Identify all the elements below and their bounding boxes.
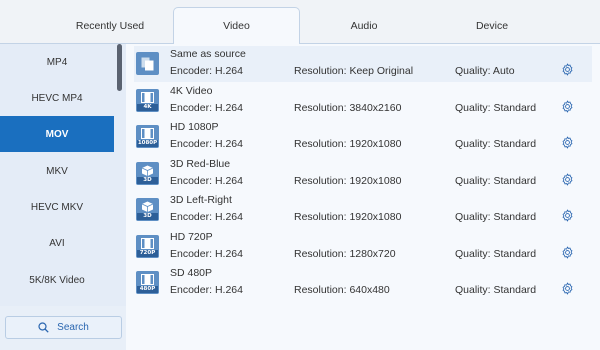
list-item[interactable]: 1080P HD 1080P Encoder: H.264 Resolution… [134, 119, 592, 155]
search-button[interactable]: Search [5, 316, 122, 339]
sidebar-item-avi[interactable]: AVI [0, 225, 114, 261]
format-encoder: Encoder: H.264 [170, 138, 243, 150]
gear-icon[interactable] [561, 63, 574, 76]
format-resolution: Resolution: 3840x2160 [294, 102, 402, 114]
format-quality: Quality: Standard [455, 211, 537, 223]
format-encoder: Encoder: H.264 [170, 211, 243, 223]
tab-device[interactable]: Device [428, 7, 556, 44]
sidebar-item-mov[interactable]: MOV [0, 116, 114, 152]
format-quality: Quality: Standard [455, 102, 537, 114]
format-encoder: Encoder: H.264 [170, 102, 243, 114]
sidebar-item-mkv[interactable]: MKV [0, 153, 114, 189]
format-resolution: Resolution: 640x480 [294, 284, 390, 296]
list-item[interactable]: 4K 4K Video Encoder: H.264 Resolution: 3… [134, 83, 592, 119]
format-title: 3D Left-Right [170, 194, 232, 206]
format-quality: Quality: Standard [455, 284, 537, 296]
gear-icon[interactable] [561, 136, 574, 149]
list-item[interactable]: 480P SD 480P Encoder: H.264 Resolution: … [134, 265, 592, 301]
format-title: Same as source [170, 48, 246, 60]
format-list: Same as source Encoder: H.264 Resolution… [126, 44, 600, 350]
format-title: 4K Video [170, 85, 213, 97]
format-badge: 720P [137, 250, 158, 257]
format-quality: Quality: Standard [455, 248, 537, 260]
search-icon [38, 322, 49, 333]
format-title: SD 480P [170, 267, 213, 279]
format-sidebar: MP4 HEVC MP4 MOV MKV HEVC MKV AVI 5K/8K … [0, 44, 126, 350]
format-resolution: Resolution: 1920x1080 [294, 138, 402, 150]
tab-audio[interactable]: Audio [300, 7, 428, 44]
format-resolution: Resolution: 1920x1080 [294, 211, 402, 223]
sidebar-item-mp4[interactable]: MP4 [0, 44, 114, 80]
sidebar-item-5k8k-video[interactable]: 5K/8K Video [0, 262, 114, 298]
cube-icon: 3D [136, 162, 159, 185]
gear-icon[interactable] [561, 209, 574, 222]
gear-icon[interactable] [561, 282, 574, 295]
format-title: 3D Red-Blue [170, 158, 231, 170]
format-encoder: Encoder: H.264 [170, 175, 243, 187]
tab-recently-used[interactable]: Recently Used [40, 7, 180, 44]
format-badge: 1080P [137, 140, 158, 147]
format-encoder: Encoder: H.264 [170, 248, 243, 260]
list-item[interactable]: 3D 3D Red-Blue Encoder: H.264 Resolution… [134, 156, 592, 192]
search-label: Search [57, 322, 89, 333]
film-icon: 1080P [136, 125, 159, 148]
film-icon: 480P [136, 271, 159, 294]
sidebar-scrollbar[interactable] [117, 44, 122, 91]
format-title: HD 720P [170, 231, 213, 243]
format-encoder: Encoder: H.264 [170, 65, 243, 77]
format-badge: 4K [137, 104, 158, 111]
format-tabs: Recently Used Video Audio Device [0, 0, 600, 45]
cube-icon: 3D [136, 198, 159, 221]
format-title: HD 1080P [170, 121, 219, 133]
tab-video[interactable]: Video [173, 7, 300, 45]
format-resolution: Resolution: Keep Original [294, 65, 414, 77]
list-item[interactable]: 3D 3D Left-Right Encoder: H.264 Resoluti… [134, 192, 592, 228]
format-badge: 3D [137, 177, 158, 184]
film-icon: 4K [136, 89, 159, 112]
sidebar-item-hevc-mkv[interactable]: HEVC MKV [0, 189, 114, 225]
format-quality: Quality: Standard [455, 175, 537, 187]
gear-icon[interactable] [561, 100, 574, 113]
format-encoder: Encoder: H.264 [170, 284, 243, 296]
list-item[interactable]: 720P HD 720P Encoder: H.264 Resolution: … [134, 229, 592, 265]
format-badge: 480P [137, 286, 158, 293]
list-item[interactable]: Same as source Encoder: H.264 Resolution… [134, 46, 592, 82]
gear-icon[interactable] [561, 246, 574, 259]
film-icon: 720P [136, 235, 159, 258]
sidebar-item-hevc-mp4[interactable]: HEVC MP4 [0, 80, 114, 116]
copy-icon [136, 52, 159, 75]
format-badge: 3D [137, 213, 158, 220]
format-resolution: Resolution: 1280x720 [294, 248, 396, 260]
format-resolution: Resolution: 1920x1080 [294, 175, 402, 187]
format-quality: Quality: Standard [455, 138, 537, 150]
gear-icon[interactable] [561, 173, 574, 186]
format-quality: Quality: Auto [455, 65, 515, 77]
